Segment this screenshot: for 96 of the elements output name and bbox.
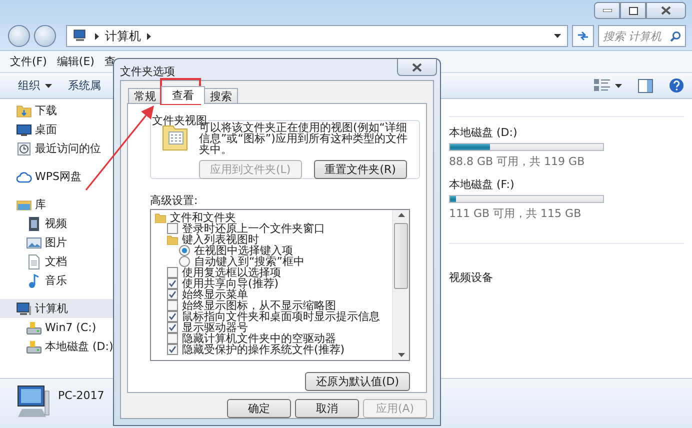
- close-button[interactable]: [646, 2, 686, 19]
- option-label[interactable]: 在视图中选择键入项: [194, 245, 293, 256]
- checkbox[interactable]: [167, 223, 178, 234]
- chevron-icon: [95, 32, 99, 40]
- option-label[interactable]: 使用复选框以选择项: [182, 267, 281, 278]
- menu-item[interactable]: 查: [104, 54, 116, 69]
- option-label[interactable]: 始终显示图标，从不显示缩略图: [182, 300, 336, 311]
- breadcrumb[interactable]: 计算机: [105, 28, 141, 44]
- monitor-icon: [16, 122, 32, 138]
- tab[interactable]: 常规: [128, 88, 162, 103]
- option-label[interactable]: 鼠标指向文件夹和桌面项时显示提示信息: [182, 311, 380, 322]
- menu-item[interactable]: 文件(F): [10, 54, 47, 69]
- close-button[interactable]: [397, 59, 437, 76]
- document-icon: [26, 254, 42, 270]
- free-space-text: 88.8 GB 可用，共 119 GB: [449, 154, 586, 169]
- nav-item[interactable]: 计算机: [0, 299, 113, 318]
- checkbox[interactable]: [167, 278, 178, 289]
- checkbox[interactable]: [167, 344, 178, 355]
- checkbox[interactable]: [167, 300, 178, 311]
- nav-item[interactable]: 桌面: [0, 120, 113, 139]
- film-icon: [26, 216, 42, 232]
- folder-button[interactable]: 重置文件夹(R): [314, 160, 407, 179]
- view-list-icon: [594, 79, 610, 92]
- drive-name[interactable]: 本地磁盘 (F:): [449, 177, 692, 192]
- option-label[interactable]: 隐藏计算机文件夹中的空驱动器: [182, 333, 336, 344]
- menu-item[interactable]: 编辑(E): [56, 54, 94, 69]
- close-icon: [412, 62, 422, 72]
- maximize-button[interactable]: [620, 2, 646, 19]
- tab[interactable]: 搜索: [204, 88, 238, 103]
- folder-icon: [155, 212, 166, 223]
- device-name[interactable]: 视频设备: [449, 270, 692, 285]
- option-label[interactable]: 显示驱动器号: [182, 322, 248, 333]
- maximize-icon: [628, 6, 638, 14]
- address-field[interactable]: 计算机: [66, 25, 568, 47]
- toolbar-button[interactable]: 组织: [18, 78, 52, 93]
- clock-icon: [16, 140, 32, 156]
- view-options-button[interactable]: [594, 79, 622, 92]
- up-arrow-icon: [398, 213, 404, 217]
- radio-button[interactable]: [179, 256, 190, 267]
- close-icon: [661, 6, 671, 15]
- refresh-button[interactable]: [572, 25, 594, 47]
- folder-icon: [16, 102, 32, 118]
- tab[interactable]: 查看: [161, 86, 205, 104]
- radio-button[interactable]: [179, 245, 190, 256]
- help-icon[interactable]: [669, 78, 684, 93]
- checkbox[interactable]: [167, 322, 178, 333]
- nav-item[interactable]: 下载: [0, 101, 113, 120]
- refresh-icon: [576, 31, 590, 41]
- nav-item[interactable]: Win7 (C:): [0, 318, 113, 337]
- down-arrow-icon: [398, 353, 404, 357]
- nav-item[interactable]: 库: [0, 195, 113, 214]
- option-label[interactable]: 自动键入到“搜索”框中: [194, 256, 304, 267]
- drive-icon: [26, 338, 42, 354]
- chevron-icon: [147, 32, 151, 40]
- option-label[interactable]: 隐藏受保护的操作系统文件(推荐): [182, 344, 345, 355]
- dialog-title: 文件夹选项: [120, 64, 176, 79]
- caret-icon: [45, 84, 52, 88]
- picture-icon: [26, 234, 42, 250]
- checkbox[interactable]: [167, 267, 178, 278]
- category-label: 文件和文件夹: [170, 212, 236, 223]
- nav-item[interactable]: 视频: [0, 214, 113, 233]
- nav-item[interactable]: 图片: [0, 233, 113, 252]
- dialog-button[interactable]: 取消: [295, 399, 359, 418]
- category-label: 键入列表视图时: [182, 234, 259, 245]
- scrollbar[interactable]: [392, 210, 409, 360]
- computer-icon: [16, 300, 32, 316]
- minimize-icon: [602, 9, 612, 12]
- nav-item[interactable]: 音乐: [0, 271, 113, 290]
- search-icon: [670, 30, 681, 42]
- checkbox[interactable]: [167, 311, 178, 322]
- back-button[interactable]: [8, 25, 30, 47]
- nav-item[interactable]: 最近访问的位: [0, 139, 113, 158]
- drive-name[interactable]: 本地磁盘 (D:): [449, 125, 692, 140]
- restore-defaults-button[interactable]: 还原为默认值(D): [304, 372, 410, 391]
- dialog-button[interactable]: 确定: [227, 399, 291, 418]
- nav-item[interactable]: 文档: [0, 252, 113, 271]
- toolbar-button[interactable]: 系统属: [68, 78, 101, 93]
- highlight-frame: [160, 78, 201, 105]
- forward-button[interactable]: [34, 25, 56, 47]
- nav-item[interactable]: WPS网盘: [0, 167, 113, 186]
- nav-item[interactable]: 本地磁盘 (D:): [0, 337, 113, 356]
- preview-pane-icon[interactable]: [638, 78, 653, 92]
- caret-icon: [615, 84, 622, 88]
- option-label[interactable]: 始终显示菜单: [182, 289, 248, 300]
- folder-icon: [167, 234, 178, 245]
- section-label: 高级设置:: [150, 193, 199, 208]
- minimize-button[interactable]: [594, 2, 620, 19]
- free-space-text: 111 GB 可用，共 115 GB: [449, 206, 582, 221]
- computer-name: PC-2017: [58, 388, 104, 402]
- search-field[interactable]: 搜索 计算机: [598, 25, 686, 47]
- checkbox[interactable]: [167, 289, 178, 300]
- option-label[interactable]: 登录时还原上一个文件夹窗口: [182, 223, 325, 234]
- checkbox[interactable]: [167, 333, 178, 344]
- drive-icon: [26, 320, 42, 336]
- caret-icon: [554, 34, 561, 38]
- option-label[interactable]: 使用共享向导(推荐): [182, 278, 279, 289]
